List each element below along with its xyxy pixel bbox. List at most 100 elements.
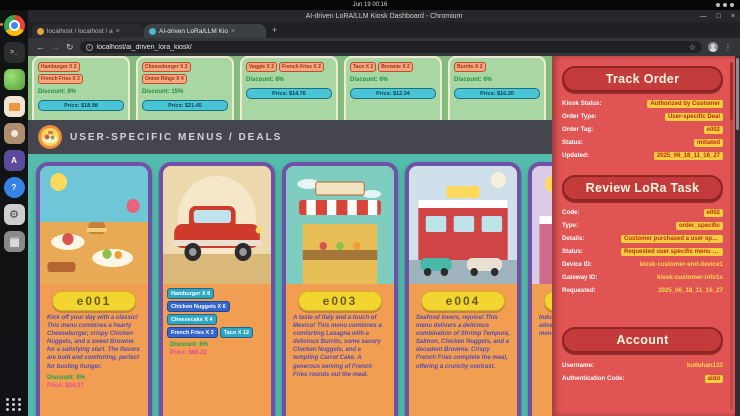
row-value[interactable]: Customer purchased a user specific menu … [621,235,723,243]
tab-title: localhost / localhost / a [47,28,113,35]
row-label: Updated: [562,152,589,159]
menu-card[interactable]: Burrito X 2 Discount: 6% Price: $16.20 [448,56,546,120]
kiosk-status-row: Kiosk Status: Authorized by Customer [562,97,723,110]
new-tab-button[interactable]: + [272,25,277,35]
menu-item-chip: Brownie X 2 [378,62,413,72]
deal-price: Price: $68.22 [170,350,264,356]
url-text[interactable]: localhost/ai_driven_lora_kiosk/ [97,44,685,51]
order-status-row: Status: initiated [562,136,723,149]
requested-row: Requested: 2025_06_18_11_16_27 [562,284,723,297]
tab-localhost[interactable]: localhost / localhost / a × [32,24,144,38]
panel-scrollbar-thumb[interactable] [730,62,733,120]
deal-card-e001[interactable]: e001 Kick off your day with a classic! T… [36,162,152,416]
row-value[interactable]: Requested user specific menu / deal i [621,248,723,256]
menu-item-chip: Hamburger X 2 [38,62,80,72]
row-value: aldd [705,375,723,383]
row-label: Code: [562,209,580,216]
menu-card[interactable]: Veggie X 2 French Fries X 2 Discount: 8%… [240,56,338,120]
app-grid-icon[interactable] [6,398,22,411]
row-value: e002 [704,209,723,217]
auth-code-row: Authentication Code: aldd [562,372,723,385]
order-type-row: Order Type: User-specific Deal [562,110,723,123]
system-tray[interactable] [716,3,734,7]
row-label: Order Tag: [562,126,593,133]
food-stand-illustration [286,166,394,284]
track-order-button[interactable]: Track Order [562,66,723,92]
window-titlebar: AI-driven LoRA/LLM Kiosk Dashboard - Chr… [28,10,740,22]
chromium-icon[interactable] [4,15,25,36]
menu-item-chip: French Fries X 2 [38,74,83,84]
page-scrollbar-thumb[interactable] [736,58,739,130]
window-title: AI-driven LoRA/LLM Kiosk Dashboard - Chr… [306,13,463,20]
close-icon[interactable]: × [731,13,735,20]
row-value: User-specific Deal [665,113,723,121]
menu-card[interactable]: Hamburger X 2 French Fries X 2 Discount:… [32,56,130,120]
discount-label: Discount: 6% [454,77,540,83]
bookmark-star-icon[interactable]: ☆ [689,43,696,52]
tab-kiosk-dashboard[interactable]: AI-driven LoRa/LLM Kio × [144,24,266,38]
system-monitor-icon[interactable] [4,69,25,90]
username-row: Username: kutluhan123 [562,359,723,372]
browser-menu-icon[interactable]: ⋮ [724,43,732,52]
back-icon[interactable]: ← [36,43,45,52]
deal-code: e005 [544,291,552,311]
deal-card-e002[interactable]: Hamburger X 8 Chicken Nuggets X 6 Cheese… [159,162,275,416]
menu-card[interactable]: Taco X 2 Brownie X 2 Discount: 6% Price:… [344,56,442,120]
row-label: Details: [562,235,584,242]
deal-card-e005[interactable]: e005 Indulge in a sweet and savory adven… [528,162,552,416]
review-lora-task-button[interactable]: Review LoRa Task [562,175,723,201]
discount-label: Discount: 8% [246,77,332,83]
row-value: Authorized by Customer [647,100,723,108]
deal-item-chip: Chicken Nuggets X 6 [167,301,230,312]
trash-icon[interactable] [4,231,25,252]
libreoffice-icon[interactable]: A [4,150,25,171]
deal-description: Kick off your day with a classic! This m… [47,314,141,371]
site-info-icon[interactable]: i [86,44,93,51]
deal-items: Hamburger X 8 Chicken Nuggets X 6 Cheese… [167,288,267,338]
discount-label: Discount: 6% [350,77,436,83]
volume-icon [723,3,727,7]
panel-scrollbar[interactable] [730,62,733,410]
deal-item-chip: Cheesecake X 4 [167,314,217,325]
dessert-illustration [532,166,552,284]
discount-label: Discount: 15% [142,89,228,95]
reload-icon[interactable]: ↻ [66,43,74,52]
minimize-icon[interactable]: — [700,13,707,20]
profile-avatar[interactable] [708,42,718,52]
image-editor-icon[interactable] [4,123,25,144]
deal-card-e003[interactable]: e003 A taste of Italy and a touch of Mex… [282,162,398,416]
network-icon [716,3,720,7]
power-icon [730,3,734,7]
settings-icon[interactable]: ⚙ [4,204,25,225]
row-value: initiated [694,139,723,147]
help-icon[interactable]: ? [4,177,25,198]
terminal-icon[interactable]: >_ [4,42,25,63]
forward-icon[interactable]: → [51,43,60,52]
row-label: Gateway ID: [562,274,597,281]
row-label: Status: [562,248,583,255]
files-icon[interactable] [4,96,25,117]
deal-discount: Discount: 8% [47,375,141,381]
row-label: Username: [562,362,594,369]
page-scrollbar[interactable] [735,56,740,416]
tab-close-icon[interactable]: × [116,28,120,35]
tab-close-icon[interactable]: × [231,28,235,35]
section-title: USER-SPECIFIC MENUS / DEALS [70,132,282,143]
deal-price: Price: $24.37 [47,383,141,389]
menu-item-chip: Burrito X 2 [454,62,486,72]
menu-card[interactable]: Cheeseburger X 2 Onion Rings X 4 Discoun… [136,56,234,120]
price-tag: Price: $18.98 [38,100,124,111]
breakfast-illustration [40,166,148,284]
deal-card-e004[interactable]: e004 Seafood lovers, rejoice! This menu … [405,162,521,416]
row-label: Requested: [562,287,596,294]
account-button[interactable]: Account [562,327,723,353]
address-bar[interactable]: i localhost/ai_driven_lora_kiosk/ ☆ [80,41,702,53]
deal-item-chip: French Fries X 2 [167,327,218,338]
order-side-panel: Track Order Kiosk Status: Authorized by … [552,56,735,416]
task-code-row: Code: e002 [562,206,723,219]
system-clock[interactable]: Jun 19 00:16 [353,2,388,8]
task-details-row: Details: Customer purchased a user speci… [562,232,723,245]
row-value: kiosk-customer-end-device1 [639,261,723,268]
row-label: Order Type: [562,113,597,120]
maximize-icon[interactable]: □ [717,13,721,20]
